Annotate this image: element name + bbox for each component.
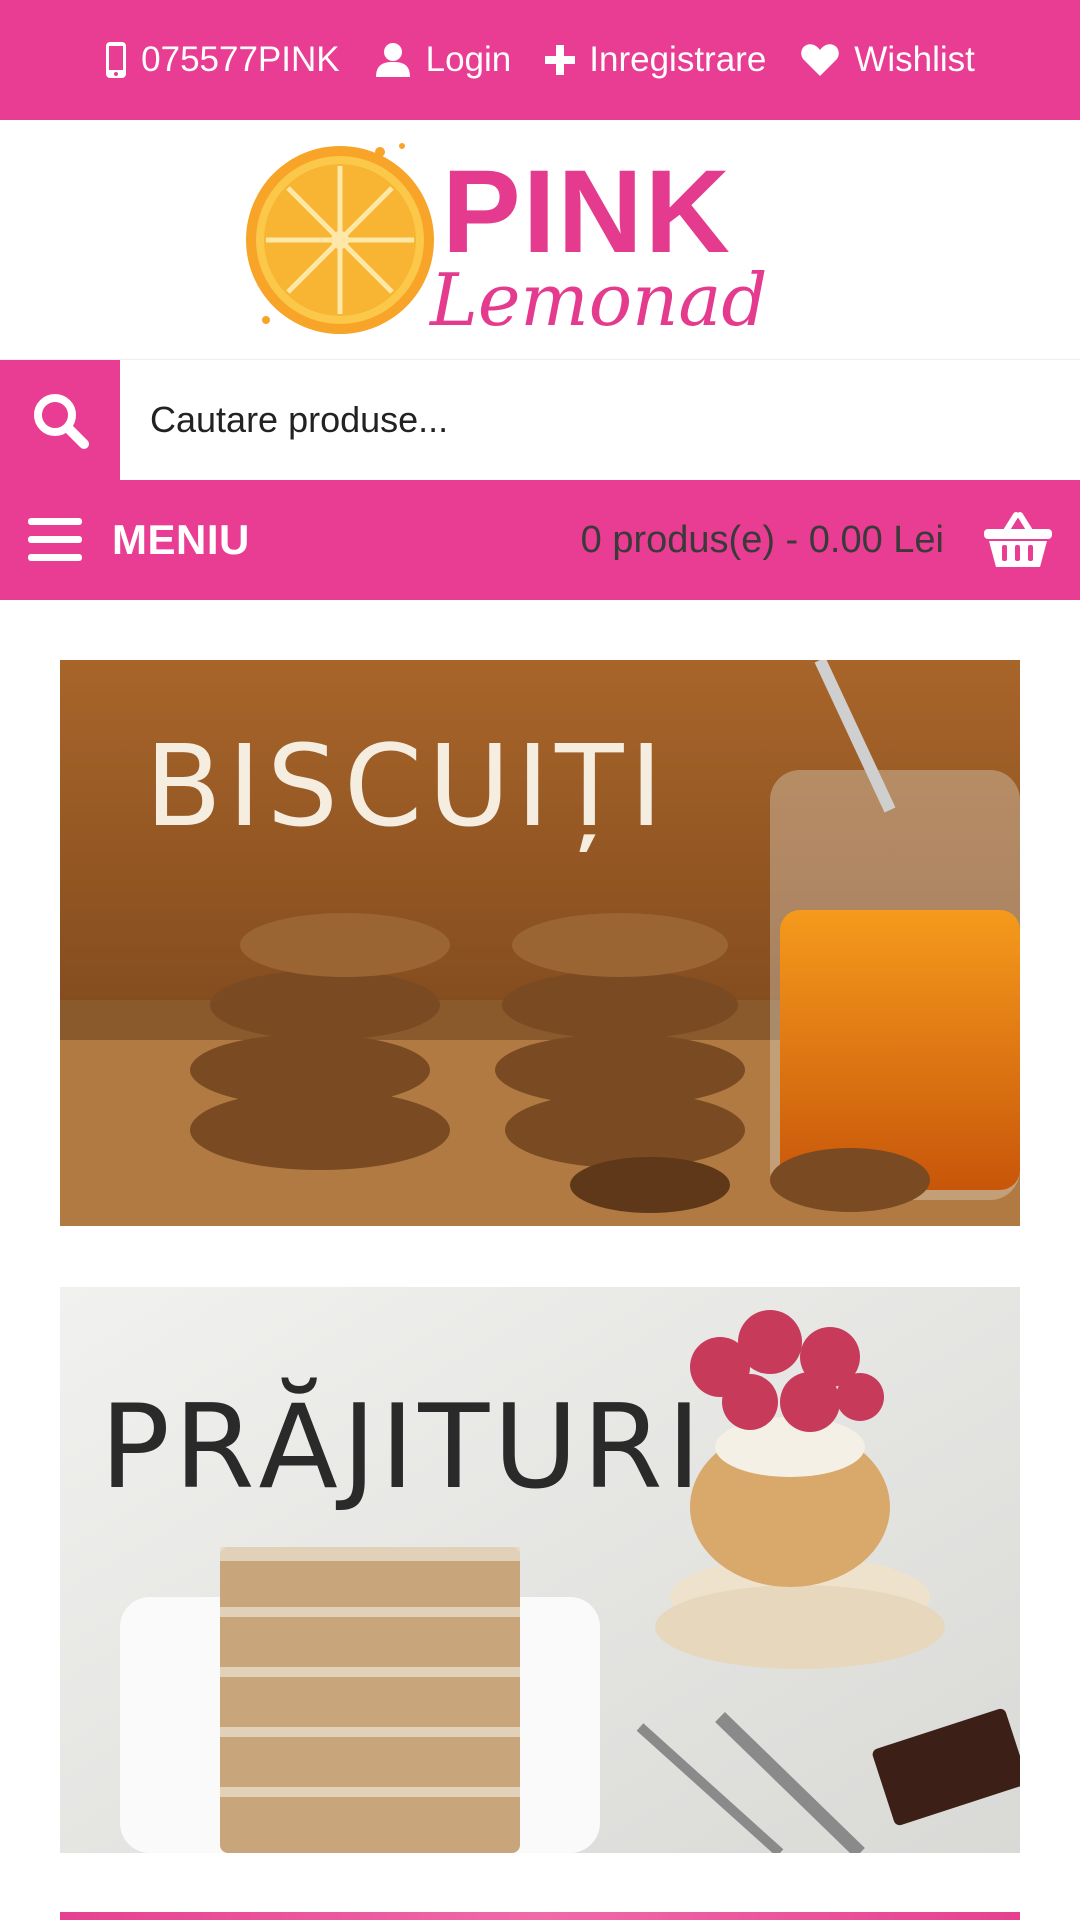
cart-summary[interactable]: 0 produs(e) - 0.00 Lei <box>581 511 1052 569</box>
heart-icon <box>801 44 840 76</box>
hamburger-icon <box>28 518 82 561</box>
phone-link[interactable]: 075577PINK <box>105 40 340 80</box>
plus-icon <box>545 45 576 75</box>
logo-area: PINK Lemonade <box>0 120 1080 360</box>
menu-label: MENIU <box>112 516 250 563</box>
user-icon <box>375 43 410 77</box>
login-label: Login <box>425 40 512 79</box>
prajituri-banner-image: PRĂJITURI <box>60 1287 1020 1853</box>
banner-title-prajituri: PRĂJITURI <box>100 1377 705 1515</box>
category-banner-prajituri[interactable]: PRĂJITURI <box>60 1287 1020 1853</box>
basket-icon <box>984 512 1052 567</box>
top-bar: 075577PINK Login Inregistrare Wishlist <box>0 0 1080 120</box>
register-link[interactable]: Inregistrare <box>545 40 766 80</box>
cart-text: 0 produs(e) - 0.00 Lei <box>580 518 944 561</box>
wishlist-link[interactable]: Wishlist <box>800 40 975 80</box>
logo-text-lemonade: Lemonade <box>428 258 770 342</box>
register-label: Inregistrare <box>589 40 767 79</box>
search-icon <box>34 394 89 449</box>
phone-icon <box>106 42 127 78</box>
category-banner-3[interactable] <box>60 1912 1020 1920</box>
biscuiti-banner-image: BISCUIȚI <box>60 660 1020 1226</box>
phone-number: 075577PINK <box>141 40 340 79</box>
pink-lemonade-logo[interactable]: PINK Lemonade <box>230 120 770 350</box>
search-row <box>0 360 1080 480</box>
login-link[interactable]: Login <box>374 40 512 80</box>
banner-title-biscuiti: BISCUIȚI <box>145 722 669 852</box>
search-input[interactable] <box>120 360 1080 480</box>
category-banner-biscuiti[interactable]: BISCUIȚI <box>60 660 1020 1226</box>
wishlist-label: Wishlist <box>854 40 975 79</box>
menu-button[interactable]: MENIU <box>28 516 250 564</box>
search-button[interactable] <box>0 360 120 480</box>
menu-bar: MENIU 0 produs(e) - 0.00 Lei <box>0 480 1080 600</box>
orange-slice-icon <box>246 143 434 334</box>
